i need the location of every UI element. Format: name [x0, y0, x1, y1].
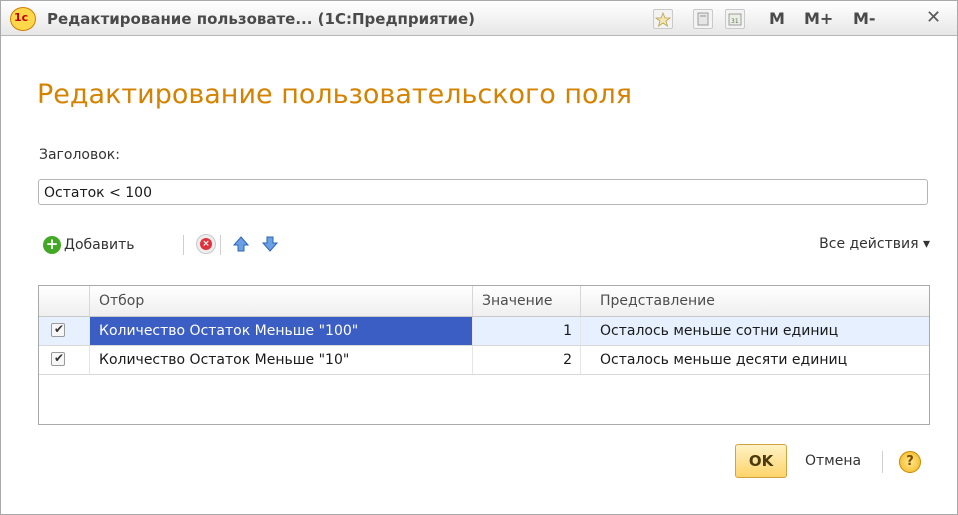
add-button[interactable]: + Добавить: [43, 233, 134, 257]
table-toolbar: + Добавить × Все действия ▾: [38, 231, 930, 259]
help-icon[interactable]: ?: [899, 451, 921, 473]
cell-otbor[interactable]: Количество Остаток Меньше "10": [99, 346, 349, 374]
memory-m-button[interactable]: M: [769, 9, 785, 28]
header-input[interactable]: Остаток < 100: [38, 179, 928, 205]
toolbar-divider: [183, 235, 184, 255]
column-header-znachenie[interactable]: Значение: [482, 286, 552, 316]
arrow-down-icon: [261, 236, 279, 252]
delete-icon: ×: [200, 238, 212, 250]
add-label: Добавить: [64, 237, 135, 253]
title-bar: 1с Редактирование пользовате... (1С:Пред…: [1, 1, 957, 36]
column-header-predstavlenie[interactable]: Представление: [600, 286, 715, 316]
column-header-otbor[interactable]: Отбор: [99, 286, 144, 316]
row-checkbox[interactable]: ✔: [51, 351, 65, 366]
filters-table: Отбор Значение Представление ✔ Количеств…: [38, 285, 930, 425]
header-divider: [472, 286, 473, 316]
row-checkbox[interactable]: ✔: [51, 322, 65, 337]
move-up-button[interactable]: [231, 234, 251, 254]
1c-logo-icon: 1с: [10, 7, 36, 31]
cell-predstavlenie[interactable]: Осталось меньше сотни единиц: [600, 317, 838, 345]
dialog-window: 1с Редактирование пользовате... (1С:Пред…: [0, 0, 958, 515]
cell-predstavlenie[interactable]: Осталось меньше десяти единиц: [600, 346, 847, 374]
memory-minus-button[interactable]: M-: [853, 9, 876, 28]
column-divider: [580, 346, 581, 374]
calendar-icon[interactable]: 31: [725, 9, 745, 29]
table-header: Отбор Значение Представление: [39, 286, 929, 317]
move-down-button[interactable]: [260, 234, 280, 254]
favorites-icon[interactable]: [653, 9, 673, 29]
column-divider: [89, 346, 90, 374]
memory-plus-button[interactable]: M+: [804, 9, 833, 28]
calculator-icon[interactable]: [693, 9, 713, 29]
header-divider: [580, 286, 581, 316]
cancel-button[interactable]: Отмена: [805, 453, 861, 469]
cell-znachenie[interactable]: 2: [473, 346, 572, 374]
header-label: Заголовок:: [39, 147, 120, 163]
svg-text:31: 31: [731, 18, 739, 25]
dialog-footer: OK Отмена ?: [1, 441, 957, 491]
arrow-up-icon: [232, 236, 250, 252]
delete-button[interactable]: ×: [196, 234, 216, 254]
header-divider: [89, 286, 90, 316]
window-title: Редактирование пользовате... (1С:Предпри…: [47, 10, 476, 28]
ok-button[interactable]: OK: [735, 444, 787, 478]
toolbar-divider: [220, 235, 221, 255]
plus-icon: +: [43, 236, 61, 254]
form-heading: Редактирование пользовательского поля: [37, 79, 633, 110]
checkmark-icon: ✔: [54, 351, 65, 365]
checkmark-icon: ✔: [54, 322, 65, 336]
column-divider: [580, 317, 581, 345]
cell-otbor[interactable]: Количество Остаток Меньше "100": [90, 317, 472, 345]
table-row[interactable]: ✔ Количество Остаток Меньше "10" 2 Остал…: [39, 346, 929, 375]
table-row[interactable]: ✔ Количество Остаток Меньше "100" 1 Оста…: [39, 317, 929, 346]
all-actions-menu[interactable]: Все действия ▾: [819, 236, 930, 252]
logo-text: 1с: [14, 11, 29, 24]
cell-znachenie[interactable]: 1: [473, 317, 572, 345]
footer-divider: [882, 451, 883, 473]
close-button[interactable]: ✕: [926, 7, 941, 28]
